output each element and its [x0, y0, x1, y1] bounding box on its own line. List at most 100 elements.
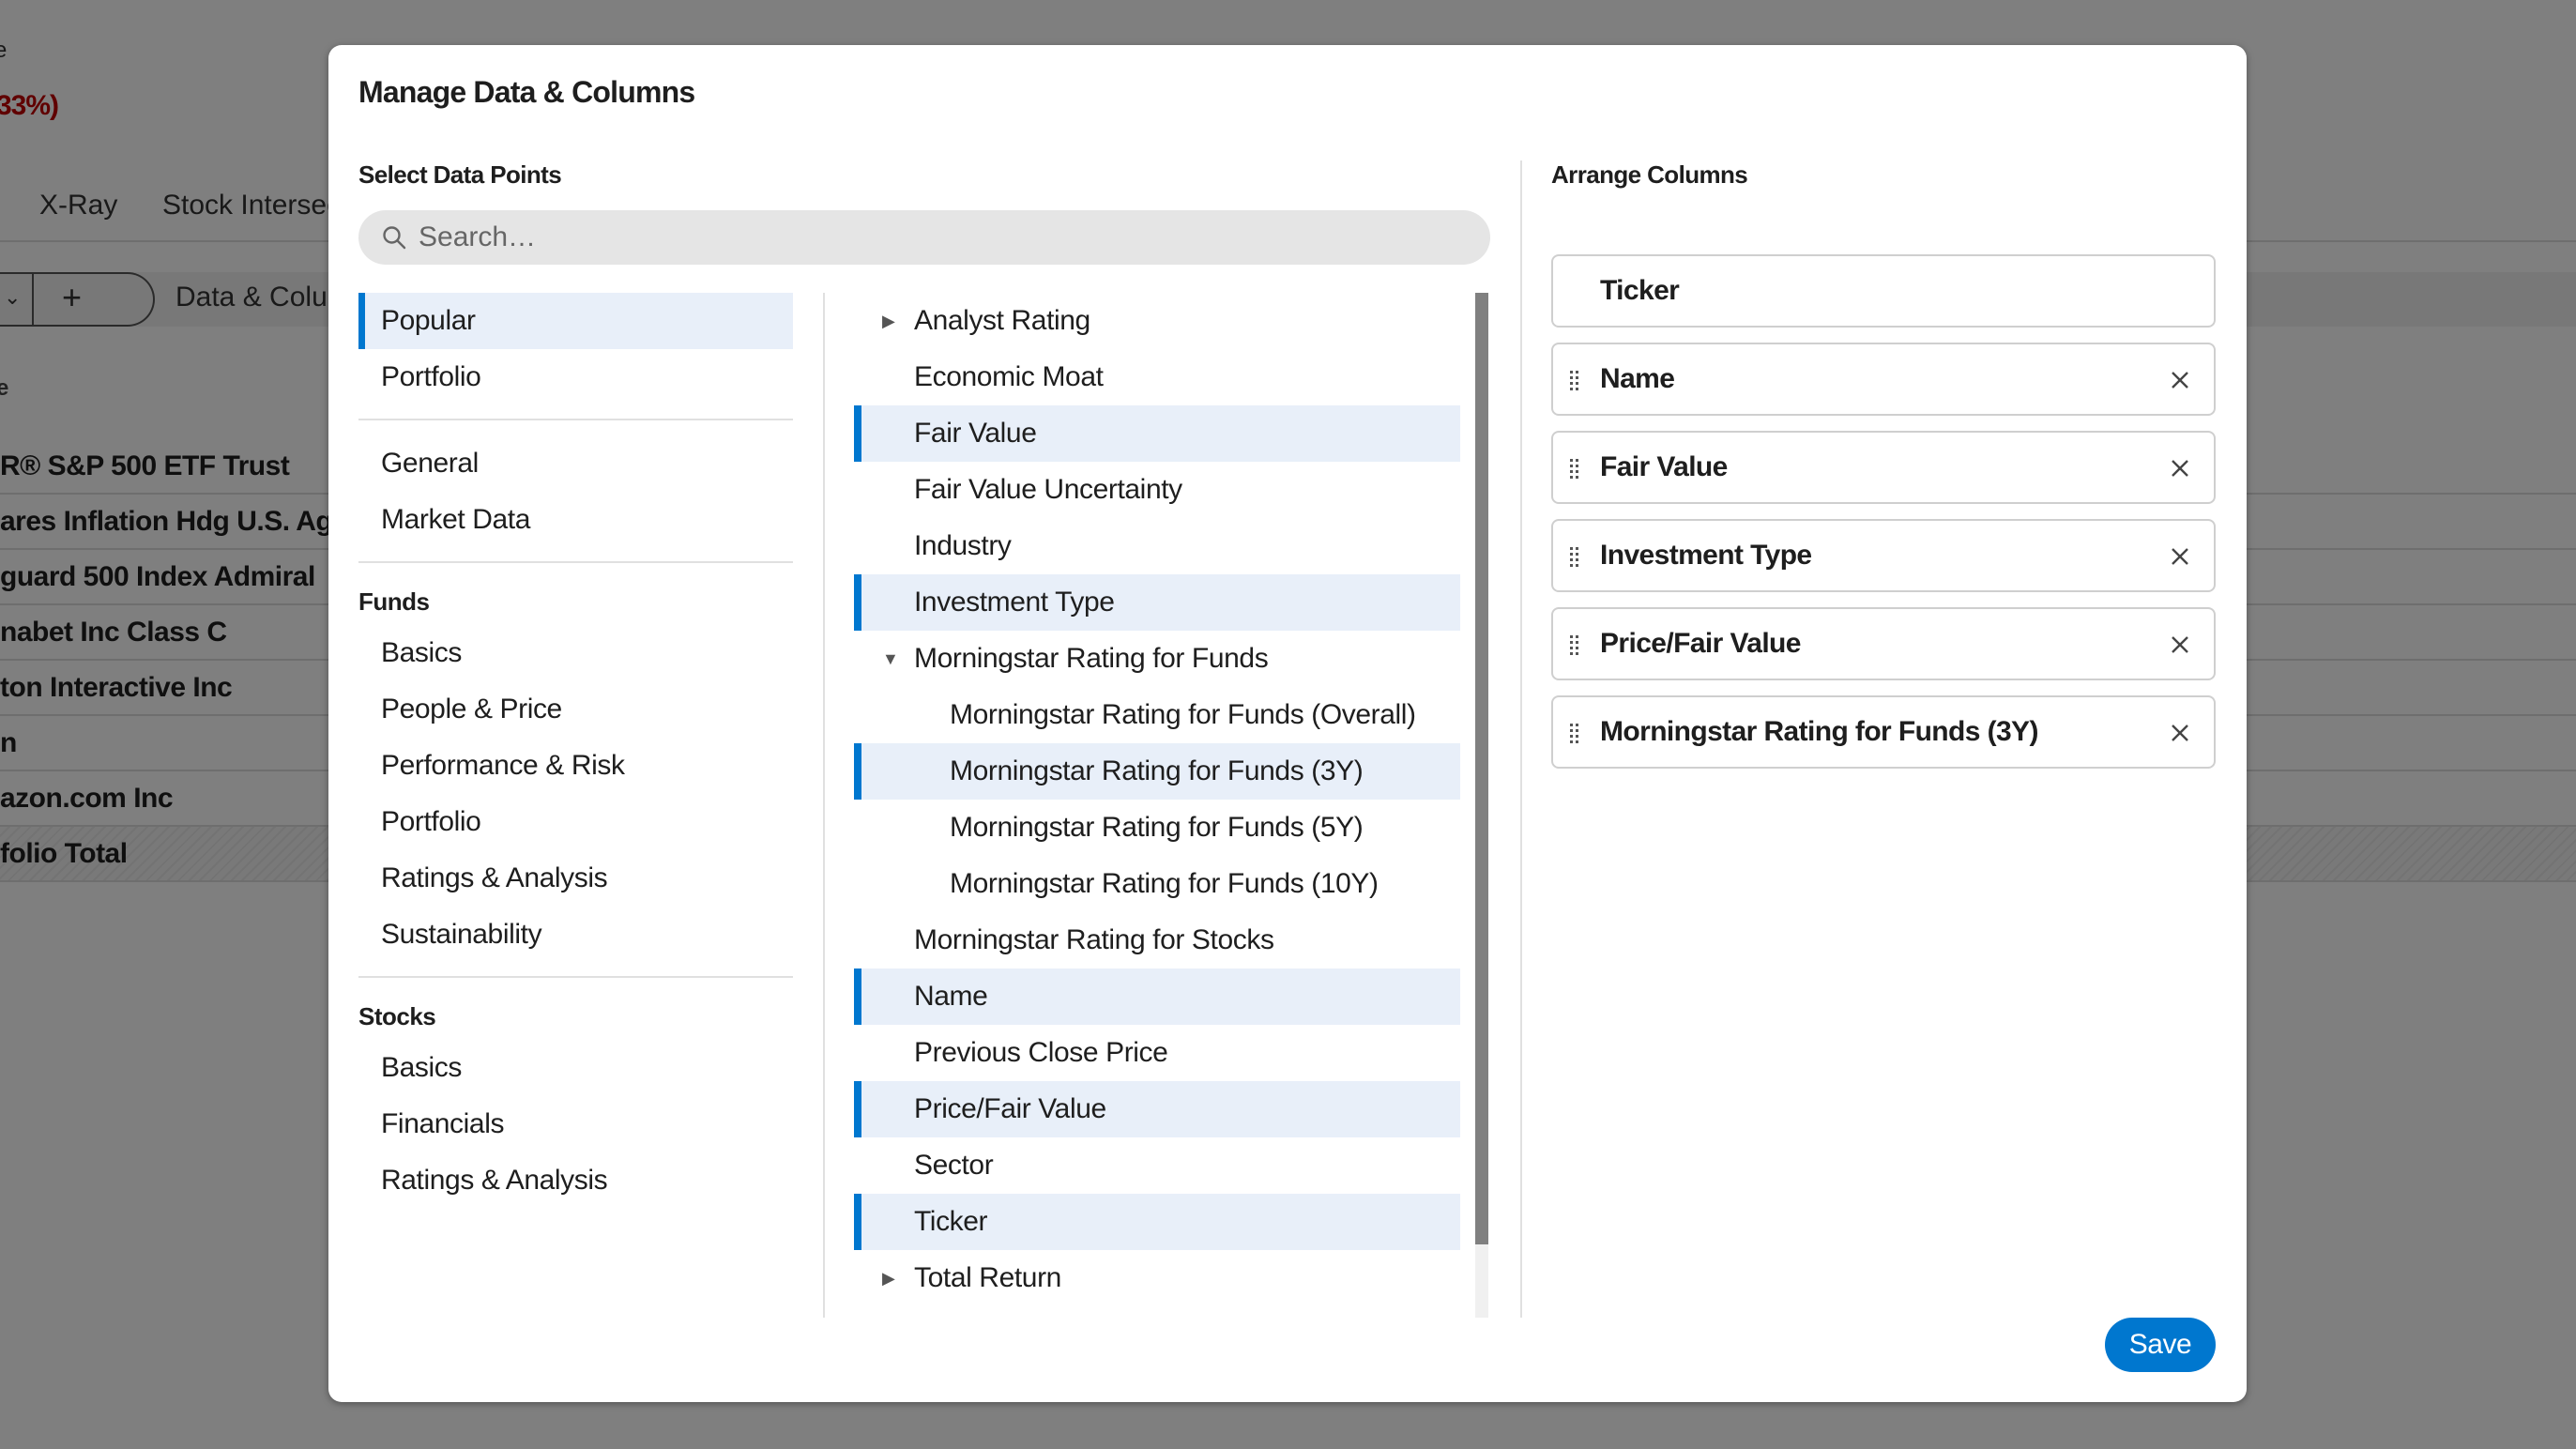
drag-handle-icon[interactable] [1568, 369, 1581, 391]
close-icon[interactable] [2167, 367, 2193, 393]
category-stocks-ratings-analysis[interactable]: Ratings & Analysis [358, 1152, 793, 1209]
category-stocks-basics[interactable]: Basics [358, 1040, 793, 1096]
arrange-columns-list: Ticker Name Fair Value Investment Type Price… [1551, 254, 2216, 784]
category-nav: Popular Portfolio General Market Data Fu… [358, 293, 793, 1209]
data-point-item[interactable]: ▶ Analyst Rating [854, 293, 1460, 349]
data-points-scrollbar[interactable] [1475, 293, 1488, 1318]
column-name: Fair Value [1600, 451, 1728, 482]
column-card-fixed: Ticker [1551, 254, 2216, 328]
search-icon [383, 226, 406, 250]
data-point-item[interactable]: Ticker [854, 1194, 1460, 1250]
column-card[interactable]: Price/Fair Value [1551, 607, 2216, 680]
close-icon[interactable] [2167, 543, 2193, 570]
drag-handle-icon[interactable] [1568, 722, 1581, 744]
data-point-label: Sector [914, 1150, 994, 1181]
column-card[interactable]: Fair Value [1551, 431, 2216, 504]
data-point-label: Name [914, 981, 988, 1012]
data-point-label: Investment Type [914, 587, 1115, 618]
data-point-item[interactable]: Morningstar Rating for Funds (3Y) [854, 743, 1460, 800]
data-point-label: Morningstar Rating for Funds (3Y) [950, 755, 1364, 786]
category-label: General [381, 448, 479, 479]
drag-handle-icon[interactable] [1568, 457, 1581, 480]
data-point-label: Analyst Rating [914, 305, 1090, 336]
category-popular[interactable]: Popular [358, 293, 793, 349]
category-label: Ratings & Analysis [381, 862, 608, 893]
data-point-label: Price/Fair Value [914, 1093, 1106, 1124]
data-point-label: Morningstar Rating for Funds (5Y) [950, 812, 1364, 843]
data-point-item[interactable]: Economic Moat [854, 349, 1460, 405]
category-funds-ratings-analysis[interactable]: Ratings & Analysis [358, 850, 793, 907]
category-funds-portfolio[interactable]: Portfolio [358, 794, 793, 850]
category-stocks-financials[interactable]: Financials [358, 1096, 793, 1152]
close-icon[interactable] [2167, 455, 2193, 481]
category-general[interactable]: General [358, 435, 793, 492]
data-point-label: Industry [914, 530, 1012, 561]
data-point-label: Morningstar Rating for Stocks [914, 924, 1274, 955]
close-icon[interactable] [2167, 632, 2193, 658]
category-market-data[interactable]: Market Data [358, 492, 793, 548]
search-input[interactable] [419, 210, 1451, 265]
search-field[interactable] [358, 210, 1490, 265]
data-point-item[interactable]: Fair Value Uncertainty [854, 462, 1460, 518]
data-point-item[interactable]: Morningstar Rating for Stocks [854, 912, 1460, 969]
category-label: Ratings & Analysis [381, 1165, 608, 1196]
data-point-item[interactable]: ▶ Total Return [854, 1250, 1460, 1306]
data-point-label: Total Return [914, 1262, 1061, 1293]
dialog-title: Manage Data & Columns [358, 75, 695, 109]
category-label: Portfolio [381, 806, 481, 837]
data-point-item[interactable]: ▼ Morningstar Rating for Funds [854, 631, 1460, 687]
caret-right-icon[interactable]: ▶ [882, 1269, 895, 1289]
category-funds-performance-risk[interactable]: Performance & Risk [358, 738, 793, 794]
column-card[interactable]: Name [1551, 343, 2216, 416]
data-point-item[interactable]: Sector [854, 1137, 1460, 1194]
drag-handle-icon[interactable] [1568, 545, 1581, 568]
category-label: Market Data [381, 504, 530, 535]
data-points-list: ▶ Analyst Rating Economic Moat Fair Value Fa… [854, 293, 1501, 1318]
category-label: Basics [381, 637, 462, 668]
category-label: Performance & Risk [381, 750, 625, 781]
divider [358, 561, 793, 563]
divider [358, 419, 793, 420]
data-point-item[interactable]: Morningstar Rating for Funds (10Y) [854, 856, 1460, 912]
close-icon[interactable] [2167, 720, 2193, 746]
data-point-label: Morningstar Rating for Funds [914, 643, 1269, 674]
scrollbar-thumb[interactable] [1475, 293, 1488, 1244]
data-point-item[interactable]: Morningstar Rating for Funds (5Y) [854, 800, 1460, 856]
divider [358, 976, 793, 978]
data-point-item[interactable]: Fair Value [854, 405, 1460, 462]
category-portfolio[interactable]: Portfolio [358, 349, 793, 405]
data-point-label: Morningstar Rating for Funds (Overall) [950, 699, 1416, 730]
category-label: Portfolio [381, 361, 481, 392]
arrange-columns-label: Arrange Columns [1551, 160, 1748, 189]
column-name: Price/Fair Value [1600, 628, 1801, 659]
caret-right-icon[interactable]: ▶ [882, 312, 895, 331]
data-point-item[interactable]: Name [854, 969, 1460, 1025]
save-button[interactable]: Save [2105, 1318, 2216, 1372]
column-card[interactable]: Investment Type [1551, 519, 2216, 592]
data-point-label: Morningstar Rating for Funds (10Y) [950, 868, 1379, 899]
data-point-item[interactable]: Previous Close Price [854, 1025, 1460, 1081]
data-points-items: ▶ Analyst Rating Economic Moat Fair Value Fa… [854, 293, 1460, 1306]
select-data-points-label: Select Data Points [358, 160, 562, 189]
data-point-item[interactable]: Industry [854, 518, 1460, 574]
data-point-label: Fair Value Uncertainty [914, 474, 1182, 505]
column-card[interactable]: Morningstar Rating for Funds (3Y) [1551, 695, 2216, 769]
column-name: Morningstar Rating for Funds (3Y) [1600, 716, 2038, 747]
funds-group-label: Funds [358, 587, 430, 616]
data-point-label: Economic Moat [914, 361, 1104, 392]
category-funds-people-price[interactable]: People & Price [358, 681, 793, 738]
category-funds-sustainability[interactable]: Sustainability [358, 907, 793, 963]
caret-down-icon[interactable]: ▼ [882, 649, 899, 669]
category-label: Financials [381, 1108, 505, 1139]
drag-handle-icon[interactable] [1568, 633, 1581, 656]
data-point-label: Ticker [914, 1206, 988, 1237]
category-label: Sustainability [381, 919, 542, 950]
data-point-item[interactable]: Investment Type [854, 574, 1460, 631]
data-point-label: Fair Value [914, 418, 1037, 449]
category-funds-basics[interactable]: Basics [358, 625, 793, 681]
data-point-label: Previous Close Price [914, 1037, 1168, 1068]
manage-data-columns-dialog: Manage Data & Columns Select Data Points… [328, 45, 2247, 1402]
data-point-item[interactable]: Morningstar Rating for Funds (Overall) [854, 687, 1460, 743]
data-point-item[interactable]: Price/Fair Value [854, 1081, 1460, 1137]
category-label: Popular [381, 305, 476, 336]
